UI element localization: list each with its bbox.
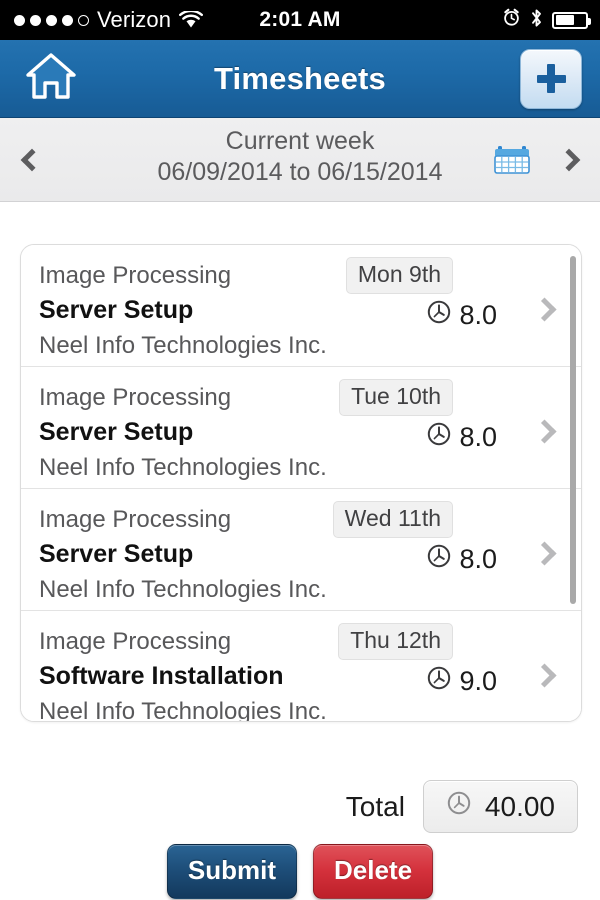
previous-week-button[interactable] bbox=[0, 118, 58, 202]
timesheet-list-card: Image Processing Server Setup Neel Info Te… bbox=[20, 244, 582, 722]
status-bar-right bbox=[502, 8, 591, 33]
timesheets-screen: Verizon 2:01 AM Timesheets Current week … bbox=[0, 0, 600, 900]
battery-icon bbox=[552, 11, 591, 29]
row-hours: 8.0 bbox=[426, 299, 497, 332]
clock-icon bbox=[426, 543, 452, 576]
row-hours: 8.0 bbox=[426, 543, 497, 576]
row-task: Software Installation bbox=[39, 662, 284, 691]
timesheet-row[interactable]: Image Processing Server Setup Neel Info Te… bbox=[21, 367, 581, 489]
row-date-badge: Mon 9th bbox=[345, 257, 453, 294]
add-timesheet-button[interactable] bbox=[520, 48, 582, 109]
submit-button[interactable]: Submit bbox=[166, 844, 298, 899]
row-date-badge: Tue 10th bbox=[339, 379, 453, 416]
week-label: Current week 06/09/2014 to 06/15/2014 bbox=[60, 126, 540, 187]
row-hours-value: 9.0 bbox=[459, 666, 497, 696]
total-value-box: 40.00 bbox=[422, 780, 578, 833]
next-week-button[interactable] bbox=[542, 118, 600, 202]
row-hours-value: 8.0 bbox=[459, 544, 497, 574]
list-scrollbar[interactable] bbox=[570, 256, 576, 604]
row-project: Image Processing bbox=[39, 384, 232, 411]
action-buttons: Submit Delete bbox=[0, 844, 600, 899]
row-client: Neel Info Technologies Inc. bbox=[39, 453, 327, 481]
navigation-bar: Timesheets bbox=[0, 40, 600, 118]
row-hours: 8.0 bbox=[426, 421, 497, 454]
row-date-badge: Wed 11th bbox=[332, 501, 453, 538]
plus-icon bbox=[536, 64, 566, 93]
week-label-line1: Current week bbox=[225, 127, 375, 155]
status-bar: Verizon 2:01 AM bbox=[0, 0, 600, 40]
row-hours-value: 8.0 bbox=[459, 422, 497, 452]
chevron-right-icon bbox=[557, 148, 580, 172]
row-client: Neel Info Technologies Inc. bbox=[39, 697, 327, 721]
timesheet-row[interactable]: Image Processing Software Installation Nee… bbox=[21, 611, 581, 721]
week-label-line2: 06/09/2014 to 06/15/2014 bbox=[157, 157, 443, 186]
clock-icon bbox=[426, 299, 452, 332]
row-client: Neel Info Technologies Inc. bbox=[39, 331, 327, 359]
clock-icon bbox=[426, 421, 452, 454]
bluetooth-icon bbox=[530, 8, 543, 33]
row-task: Server Setup bbox=[39, 296, 194, 325]
row-project: Image Processing bbox=[39, 628, 232, 655]
total-value: 40.00 bbox=[484, 790, 555, 822]
total-row: Total 40.00 bbox=[346, 780, 578, 833]
total-label: Total bbox=[345, 790, 405, 822]
alarm-clock-icon bbox=[502, 8, 521, 32]
row-hours-value: 8.0 bbox=[459, 300, 497, 330]
clock-icon bbox=[426, 665, 452, 698]
timesheet-list[interactable]: Image Processing Server Setup Neel Info Te… bbox=[21, 245, 581, 721]
clock-icon bbox=[446, 790, 472, 823]
chevron-left-icon bbox=[20, 148, 43, 172]
row-project: Image Processing bbox=[39, 262, 232, 289]
timesheet-row[interactable]: Image Processing Server Setup Neel Info Te… bbox=[21, 489, 581, 611]
calendar-picker-button[interactable] bbox=[494, 143, 530, 175]
row-client: Neel Info Technologies Inc. bbox=[39, 575, 327, 603]
delete-button[interactable]: Delete bbox=[313, 844, 434, 899]
timesheet-row[interactable]: Image Processing Server Setup Neel Info Te… bbox=[21, 245, 581, 367]
row-date-badge: Thu 12th bbox=[338, 623, 453, 660]
row-task: Server Setup bbox=[39, 418, 194, 447]
battery-fill bbox=[555, 15, 574, 25]
page-title: Timesheets bbox=[213, 60, 386, 96]
row-hours: 9.0 bbox=[426, 665, 497, 698]
row-task: Server Setup bbox=[39, 540, 194, 569]
row-project: Image Processing bbox=[39, 506, 232, 533]
